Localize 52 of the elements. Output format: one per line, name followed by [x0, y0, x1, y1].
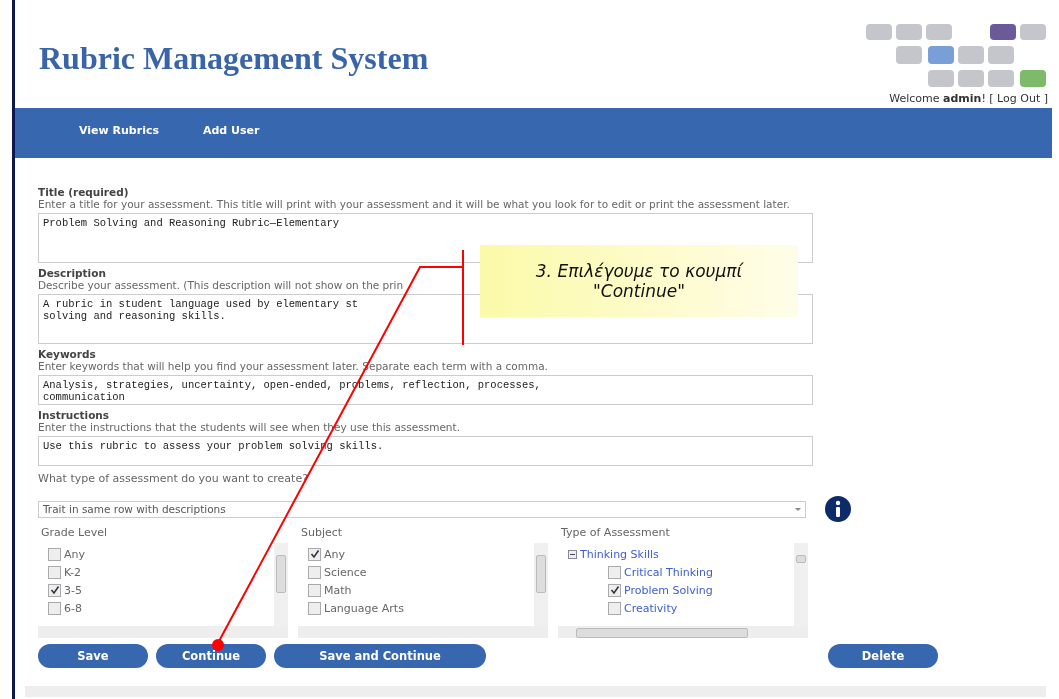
checkbox-label: 6-8 [64, 601, 82, 615]
list-title: Subject [300, 526, 344, 539]
welcome-text: Welcome admin! [ [889, 92, 995, 105]
checkbox[interactable] [48, 565, 61, 579]
nav-link[interactable]: View Rubrics [79, 124, 159, 138]
bracket-text: ] [1042, 92, 1048, 105]
list-title: Grade Level [40, 526, 109, 539]
checkbox[interactable] [48, 547, 61, 561]
list-title: Type of Assessment [560, 526, 671, 539]
field-help-text: Enter a title for your assessment. This title will print with your assessment and it will be what you look for to edit or print the assessment later. [38, 198, 790, 210]
checkbox[interactable] [308, 601, 321, 615]
info-icon[interactable] [824, 495, 852, 523]
tree-group-link[interactable]: Thinking Skills [580, 547, 659, 561]
type-dropdown[interactable]: Trait in same row with descriptions [38, 500, 806, 518]
tree-item-link[interactable]: Critical Thinking [624, 565, 714, 579]
callout-note: 3. Επιλέγουμε το κουμπί "Continue" [480, 245, 798, 317]
nav-link[interactable]: Add User [203, 124, 260, 138]
checkbox[interactable] [608, 565, 621, 579]
action-button[interactable]: Save [38, 644, 148, 668]
action-button[interactable]: Continue [156, 644, 266, 668]
checkbox-label: K-2 [64, 565, 82, 579]
checkbox-label: Language Arts [324, 601, 404, 615]
tree-item-link[interactable]: Problem Solving [624, 583, 713, 597]
checkbox-label: Science [324, 565, 367, 579]
vertical-scrollbar[interactable] [534, 543, 548, 626]
field-label: Keywords [38, 348, 96, 360]
vertical-scrollbar[interactable] [794, 543, 808, 626]
checkbox[interactable] [608, 583, 621, 597]
delete-button[interactable]: Delete [828, 644, 938, 668]
checkbox[interactable] [608, 601, 621, 615]
field-label: Title (required) [38, 186, 129, 198]
checkbox[interactable] [48, 583, 61, 597]
checkbox[interactable] [48, 601, 61, 615]
checkbox-label: Math [324, 583, 352, 597]
field-help-text: Describe your assessment. (This description will not show on the prin [38, 279, 404, 291]
logout-link[interactable]: Log Out [997, 92, 1041, 105]
checkbox[interactable] [308, 547, 321, 561]
action-button[interactable]: Save and Continue [274, 644, 486, 668]
collapse-icon[interactable] [568, 549, 577, 559]
field-label: Description [38, 267, 106, 279]
horizontal-scrollbar[interactable] [558, 626, 808, 638]
tree-item-link[interactable]: Creativity [624, 601, 678, 615]
vertical-scrollbar[interactable] [274, 543, 288, 626]
horizontal-scrollbar[interactable] [38, 626, 288, 638]
checkbox-label: Any [64, 547, 85, 561]
checkbox[interactable] [308, 565, 321, 579]
site-title: Rubric Management System [39, 40, 429, 77]
checkbox[interactable] [308, 583, 321, 597]
field-label: Instructions [38, 409, 110, 421]
checkbox-label: Any [324, 547, 345, 561]
caret-icon [795, 507, 801, 511]
checkbox-label: 3-5 [64, 583, 82, 597]
